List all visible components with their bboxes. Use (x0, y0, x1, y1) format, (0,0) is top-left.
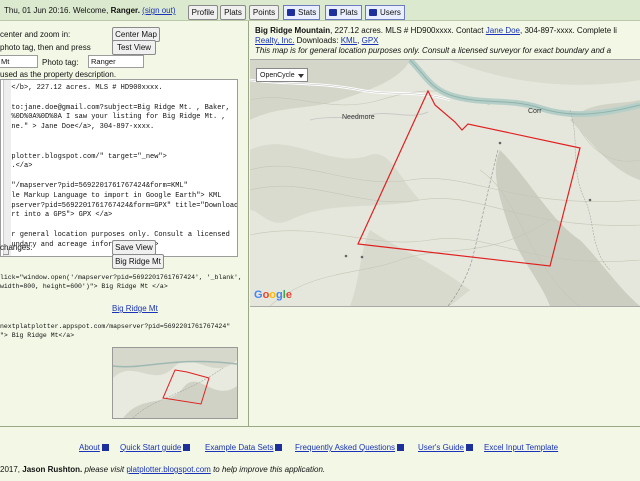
used-as-text: used as the property description. (0, 70, 117, 79)
plats-icon (329, 9, 337, 16)
excel-template-link[interactable]: Excel Input Template (484, 443, 558, 452)
author-name: Jason Rushton. (22, 465, 83, 474)
left-panel: center and zoom in: Center Map photo tag… (0, 21, 249, 426)
property-title: Big Ridge Mountain (255, 26, 331, 35)
downloads-label: Downloads: (296, 36, 339, 45)
footer-link-faq[interactable]: Frequently Asked Questions (295, 443, 405, 452)
examples-icon (275, 444, 283, 452)
big-ridge-link[interactable]: Big Ridge Mt (112, 304, 158, 313)
footer: About Quick Start guide Example Data Set… (0, 426, 640, 481)
quick-start-link[interactable]: Quick Start guide (120, 443, 181, 452)
copyright-line: 2017, Jason Rushton. please visit platpl… (0, 465, 325, 474)
map-header: Big Ridge Mountain, 227.12 acres. MLS # … (255, 26, 617, 55)
quick-start-icon (183, 444, 191, 452)
points-button[interactable]: Points (249, 5, 279, 20)
google-logo: Google (254, 289, 292, 301)
code-line: hole Markup Language to import in Google… (3, 191, 222, 200)
onclick-code-line-1: lick="window.open('/mapserver?pid=569220… (0, 274, 242, 281)
map-type-value: OpenCycle (260, 72, 295, 79)
top-bar: Thu, 01 Jun 20:16. Welcome, Ranger. (sig… (0, 0, 640, 21)
thumbnail-terrain (113, 348, 237, 418)
contact-link[interactable]: Jane Doe (486, 26, 520, 35)
stats-icon (287, 9, 295, 16)
place-label-needmore: Needmore (342, 114, 375, 121)
code-line: ilto:jane.doe@gmail.com?subject=Big Ridg… (3, 103, 230, 112)
plats-button[interactable]: Plats (220, 5, 246, 20)
code-line: = "/mapserver?pid=5692201761767424&form=… (3, 182, 188, 190)
help-improve-text: to help improve this application. (213, 465, 326, 474)
faq-link[interactable]: Frequently Asked Questions (295, 443, 395, 452)
faq-icon (397, 444, 405, 452)
textarea-scrollbar[interactable] (3, 80, 11, 256)
onclick-code-line-2: width=800, height=600')"> Big Ridge Mt <… (0, 283, 168, 290)
code-line: in</b>, 227.12 acres. MLS # HD900xxxx. (3, 84, 163, 92)
map-panel: Big Ridge Mountain, 227.12 acres. MLS # … (250, 21, 640, 426)
tab-plats-label: Plats (340, 8, 358, 17)
code-line: 0,%0D%0A%0D%0A I saw your listing for Bi… (3, 113, 226, 122)
tab-plats[interactable]: Plats (325, 5, 362, 20)
code-line: mapserver?pid=5692201761767424&form=GPX"… (3, 201, 238, 210)
username: Ranger. (110, 6, 140, 15)
test-view-button[interactable]: Test View (112, 40, 156, 55)
map-type-select[interactable]: OpenCycle (256, 68, 308, 82)
phone-text: , 304-897-xxxx. Complete li (520, 26, 617, 35)
tab-stats-label: Stats (298, 8, 317, 17)
footer-link-examples[interactable]: Example Data Sets (205, 443, 283, 452)
code-line: atplotter.blogspot.com/" target="_new"> (3, 152, 167, 161)
photo-tag-field[interactable]: Ranger (88, 55, 144, 68)
users-guide-icon (466, 444, 473, 452)
about-icon (101, 444, 109, 452)
kml-link[interactable]: KML (341, 36, 357, 45)
property-summary: , 227.12 acres. MLS # HD900xxxx. Contact (330, 26, 484, 35)
realty-link[interactable]: Realty, Inc. (255, 36, 294, 45)
please-visit-text: please visit (84, 465, 125, 474)
code-line: for general location purposes only. Cons… (3, 231, 230, 239)
status-line: Thu, 01 Jun 20:16. Welcome, Ranger. (sig… (4, 6, 176, 15)
blog-link[interactable]: platplotter.blogspot.com (126, 465, 211, 474)
url-code-line-1: nextplatplotter.appspot.com/mapserver?pi… (0, 323, 231, 330)
footer-link-about[interactable]: About (79, 443, 109, 452)
examples-link[interactable]: Example Data Sets (205, 443, 273, 452)
save-view-button[interactable]: Save View (112, 240, 156, 255)
users-guide-link[interactable]: User's Guide (418, 443, 464, 452)
name-field[interactable]: Mt (0, 55, 38, 68)
instruction-photo-tag: photo tag, then and press (0, 43, 91, 52)
tab-users[interactable]: Users (365, 5, 405, 20)
instruction-center: center and zoom in: (0, 30, 71, 39)
copyright-year: 2017, (0, 465, 21, 474)
footer-link-quick-start[interactable]: Quick Start guide (120, 443, 191, 452)
sign-out-link[interactable]: (sign out) (142, 6, 175, 15)
map-terrain (250, 60, 640, 306)
tab-users-label: Users (380, 8, 401, 17)
about-link[interactable]: About (79, 443, 100, 452)
chevron-down-icon (298, 74, 304, 78)
url-code-line-2: "> Big Ridge Mt</a> (0, 332, 75, 339)
big-ridge-button[interactable]: Big Ridge Mt (112, 254, 164, 269)
tab-stats[interactable]: Stats (283, 5, 321, 20)
photo-tag-label: Photo tag: (42, 58, 79, 67)
footer-link-excel[interactable]: Excel Input Template (484, 443, 558, 452)
disclaimer-text: This map is for general location purpose… (255, 46, 612, 55)
footer-link-users-guide[interactable]: User's Guide (418, 443, 473, 452)
code-line: line." > Jane Doe</a>, 304-897-xxxx. (3, 123, 155, 132)
map-view[interactable]: OpenCycle Needmore Corr Google (250, 59, 640, 307)
html-code-textarea[interactable]: in</b>, 227.12 acres. MLS # HD900xxxx. il… (0, 79, 238, 257)
place-label-corr: Corr (528, 108, 542, 115)
changes-label: changes: (0, 243, 33, 252)
welcome-text: Thu, 01 Jun 20:16. Welcome, (4, 6, 109, 15)
profile-button[interactable]: Profile (188, 5, 218, 20)
code-line: port into a GPS"> GPX </a> (3, 211, 113, 220)
users-icon (369, 9, 377, 16)
map-thumbnail[interactable] (112, 347, 238, 419)
gpx-link[interactable]: GPX (362, 36, 379, 45)
